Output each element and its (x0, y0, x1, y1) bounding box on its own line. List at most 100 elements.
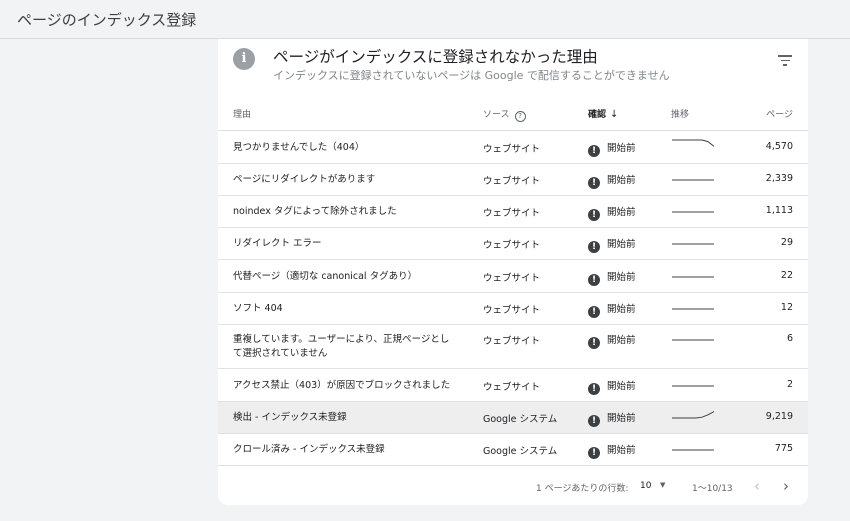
row-status: ! 開始前 (588, 410, 636, 427)
row-trend (671, 139, 715, 157)
row-status: ! 開始前 (588, 378, 636, 395)
table-row[interactable]: 見つかりませんでした（404） ウェブサイト! 開始前 4,570 (218, 131, 808, 164)
table-row[interactable]: リダイレクト エラー ウェブサイト! 開始前 29 (218, 228, 808, 260)
sparkline (672, 449, 714, 451)
row-reason: ページにリダイレクトがあります (233, 174, 376, 185)
status-label: 開始前 (607, 239, 636, 250)
row-source: ウェブサイト (483, 176, 541, 187)
sparkline (672, 211, 714, 213)
row-source: ウェブサイト (483, 273, 541, 284)
row-status: ! 開始前 (588, 442, 636, 459)
table-row[interactable]: ページにリダイレクトがあります ウェブサイト! 開始前 2,339 (218, 164, 808, 196)
table-row[interactable]: クロール済み - インデックス未登録 Google システム! 開始前 775 (218, 434, 808, 466)
row-pages: 1,113 (765, 205, 793, 216)
status-alert-icon: ! (588, 447, 600, 459)
row-source: Google システム (483, 446, 558, 457)
sparkline-line (672, 411, 715, 419)
status-label: 開始前 (607, 304, 636, 315)
status-label: 開始前 (607, 207, 636, 218)
row-status: ! 開始前 (588, 236, 636, 253)
sparkline (672, 179, 714, 181)
status-label: 開始前 (607, 413, 636, 424)
row-status: ! 開始前 (588, 301, 636, 318)
sparkline-line (672, 139, 715, 147)
status-label: 開始前 (607, 381, 636, 392)
table-row[interactable]: 検出 - インデックス未登録 Google システム! 開始前 9,219 (218, 402, 808, 434)
row-status: ! 開始前 (588, 140, 636, 157)
help-icon[interactable]: ? (514, 111, 526, 122)
next-page-button[interactable]: › (783, 477, 789, 495)
header-source-label: ソース (483, 110, 510, 120)
rows-per-page-select[interactable]: 10 (640, 481, 651, 491)
row-pages: 4,570 (765, 141, 793, 152)
row-status: ! 開始前 (588, 204, 636, 221)
status-alert-icon: ! (588, 306, 600, 318)
row-reason: 検出 - インデックス未登録 (233, 412, 347, 423)
table-body: 見つかりませんでした（404） ウェブサイト! 開始前 4,570 ページにリダイレクト… (218, 131, 808, 466)
row-source: ウェブサイト (483, 305, 541, 316)
row-reason: 見つかりませんでした（404） (233, 142, 365, 153)
row-pages: 775 (774, 443, 793, 454)
status-label: 開始前 (607, 445, 636, 456)
table-header: 理由 ソース? 確認 ↓ 推移 ページ (218, 97, 808, 131)
row-pages: 22 (780, 270, 793, 281)
sparkline (672, 411, 715, 419)
row-source: ウェブサイト (483, 336, 541, 347)
status-alert-icon: ! (588, 209, 600, 221)
table-row[interactable]: 重複しています。ユーザーにより、正規ページとして選択されていません ウェブサイト!… (218, 325, 808, 369)
row-trend (671, 268, 715, 286)
row-source: ウェブサイト (483, 240, 541, 251)
pagination-range: 1〜10/13 (692, 484, 733, 494)
previous-page-button[interactable]: ‹ (754, 477, 760, 495)
row-trend (671, 171, 715, 189)
row-reason: クロール済み - インデックス未登録 (233, 444, 385, 455)
row-pages: 12 (780, 302, 793, 313)
sort-descending-icon: ↓ (610, 109, 619, 120)
row-reason: 代替ページ（適切な canonical タグあり） (233, 271, 418, 282)
top-bar: ページのインデックス登録 (0, 0, 850, 39)
card-title: ページがインデックスに登録されなかった理由 (273, 48, 598, 66)
status-alert-icon: ! (588, 177, 600, 189)
status-label: 開始前 (607, 143, 636, 154)
row-trend (671, 300, 715, 318)
row-source: ウェブサイト (483, 382, 541, 393)
reasons-card: i ページがインデックスに登録されなかった理由 インデックスに登録されていないペ… (218, 39, 808, 505)
status-label: 開始前 (607, 335, 636, 346)
row-source: ウェブサイト (483, 208, 541, 219)
sparkline (672, 139, 715, 147)
row-status: ! 開始前 (588, 332, 636, 349)
table-row[interactable]: ソフト 404 ウェブサイト! 開始前 12 (218, 293, 808, 325)
row-trend (671, 331, 715, 349)
status-alert-icon: ! (588, 383, 600, 395)
info-icon: i (233, 48, 255, 70)
dropdown-caret-icon[interactable]: ▼ (660, 481, 665, 489)
sparkline (672, 276, 714, 278)
status-alert-icon: ! (588, 415, 600, 427)
header-reason[interactable]: 理由 (233, 107, 251, 120)
sparkline (672, 339, 714, 341)
row-trend (671, 441, 715, 459)
row-reason: ソフト 404 (233, 303, 283, 314)
row-trend (671, 409, 715, 427)
row-status: ! 開始前 (588, 172, 636, 189)
sparkline (672, 385, 714, 387)
table-row[interactable]: noindex タグによって除外されました ウェブサイト! 開始前 1,113 (218, 196, 808, 228)
table-row[interactable]: アクセス禁止（403）が原因でブロックされました ウェブサイト! 開始前 2 (218, 369, 808, 402)
sparkline (672, 308, 714, 310)
header-validation[interactable]: 確認 ↓ (588, 107, 618, 120)
table-row[interactable]: 代替ページ（適切な canonical タグあり） ウェブサイト! 開始前 22 (218, 260, 808, 293)
status-alert-icon: ! (588, 337, 600, 349)
header-pages[interactable]: ページ (766, 107, 793, 120)
filter-icon[interactable] (778, 55, 792, 67)
header-source[interactable]: ソース? (483, 107, 526, 122)
status-alert-icon: ! (588, 274, 600, 286)
status-label: 開始前 (607, 272, 636, 283)
page-title: ページのインデックス登録 (17, 11, 197, 29)
pagination: 1 ページあたりの行数: 10 ▼ 1〜10/13 ‹ › (218, 469, 808, 499)
row-pages: 6 (786, 333, 793, 344)
status-alert-icon: ! (588, 145, 600, 157)
header-validation-label: 確認 (588, 110, 607, 120)
row-reason: リダイレクト エラー (233, 238, 322, 249)
row-reason: 重複しています。ユーザーにより、正規ページとして選択されていません (233, 334, 450, 359)
header-trend: 推移 (671, 110, 690, 120)
